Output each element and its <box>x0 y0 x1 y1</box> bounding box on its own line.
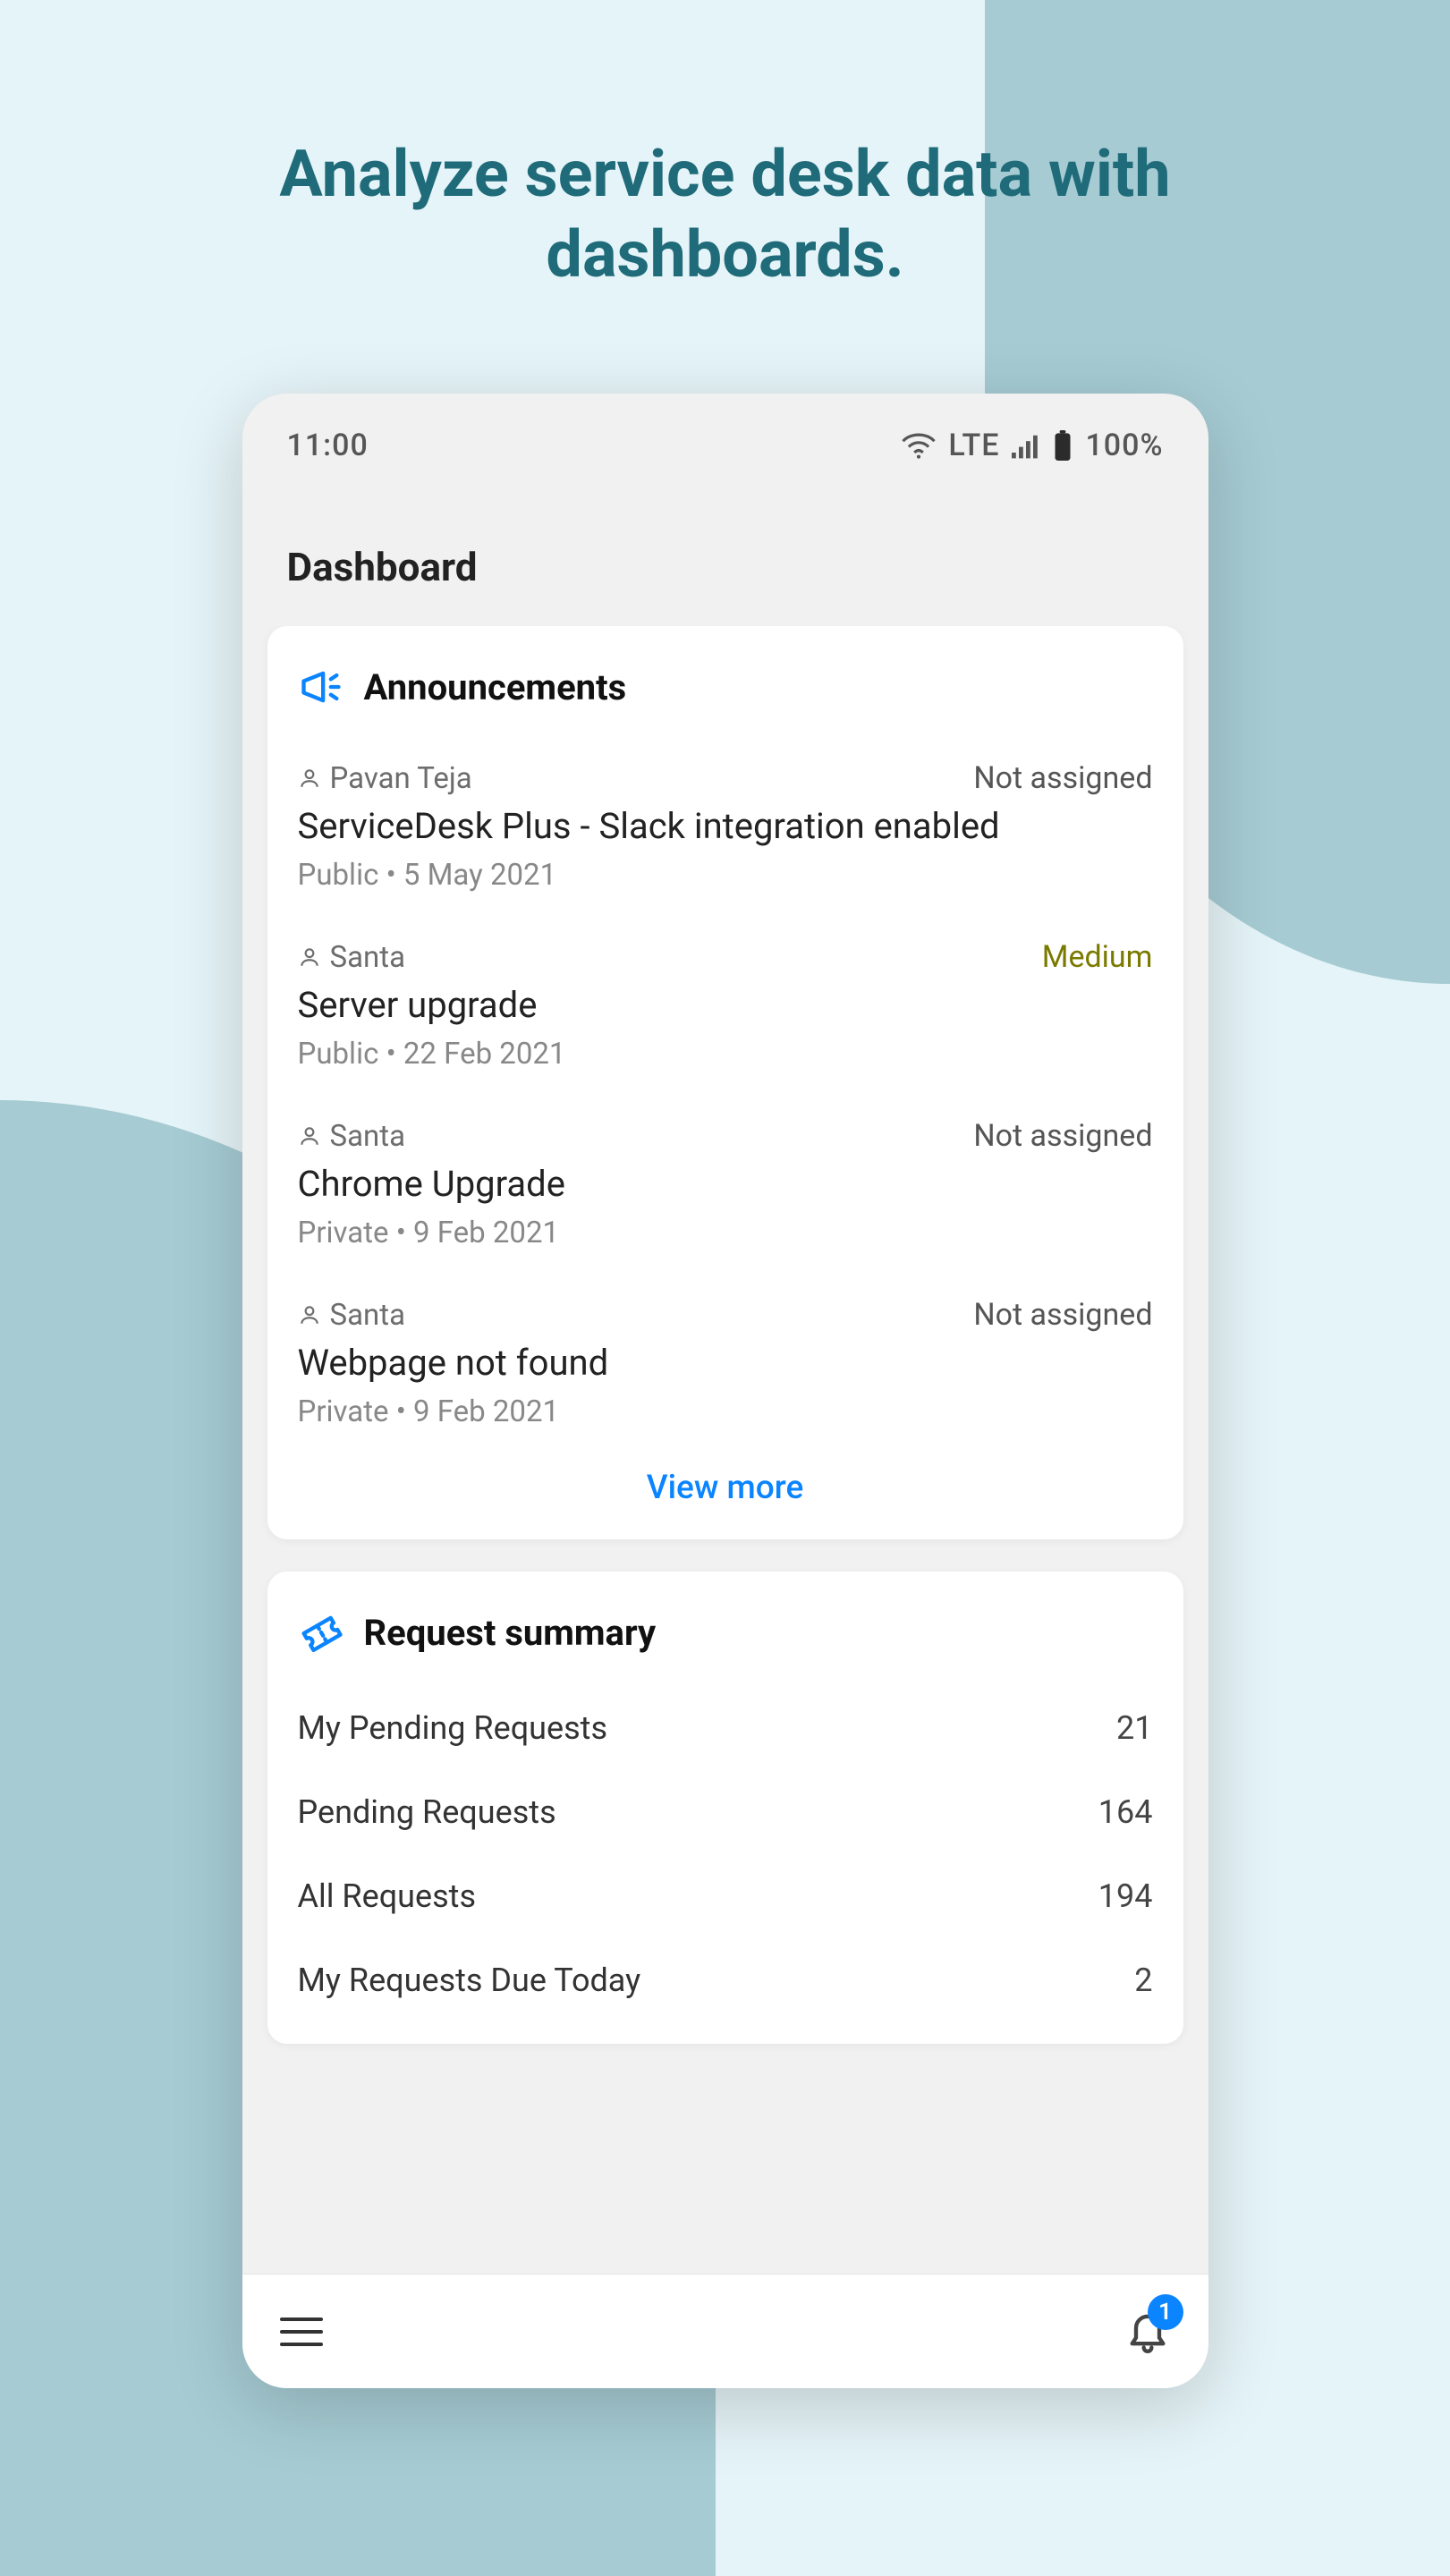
announcement-user-name: Santa <box>330 940 406 975</box>
user-icon <box>298 945 321 969</box>
announcement-user-name: Santa <box>330 1119 406 1154</box>
announcement-meta: Private • 9 Feb 2021 <box>298 1216 1153 1250</box>
summary-label: Pending Requests <box>298 1793 556 1831</box>
summary-label: All Requests <box>298 1877 477 1915</box>
marketing-headline: Analyze service desk data with dashboard… <box>0 0 1450 295</box>
user-icon <box>298 767 321 790</box>
status-right-cluster: LTE 100% <box>902 428 1163 463</box>
meta-separator: • <box>396 1394 413 1429</box>
wifi-icon <box>902 432 936 459</box>
summary-count: 2 <box>1134 1962 1152 1999</box>
summary-label: My Pending Requests <box>298 1709 608 1747</box>
meta-separator: • <box>386 1037 403 1072</box>
announcement-user: Santa <box>298 1298 406 1333</box>
announcement-visibility: Public <box>298 1037 379 1072</box>
user-icon <box>298 1303 321 1326</box>
announcement-title: Server upgrade <box>298 984 1153 1026</box>
announcement-visibility: Private <box>298 1394 389 1429</box>
announcement-user: Santa <box>298 940 406 975</box>
announcement-item[interactable]: Pavan Teja Not assigned ServiceDesk Plus… <box>298 741 1153 919</box>
request-summary-title: Request summary <box>364 1612 657 1654</box>
meta-separator: • <box>396 1216 413 1250</box>
announcement-date: 9 Feb 2021 <box>413 1394 559 1429</box>
signal-icon <box>1012 432 1040 459</box>
announcement-top-row: Santa Not assigned <box>298 1297 1153 1333</box>
megaphone-icon <box>298 664 344 710</box>
status-time: 11:00 <box>287 428 369 463</box>
announcement-meta: Public • 22 Feb 2021 <box>298 1037 1153 1072</box>
summary-row[interactable]: Pending Requests 164 <box>298 1770 1153 1854</box>
announcement-user-name: Santa <box>330 1298 406 1333</box>
announcement-meta: Private • 9 Feb 2021 <box>298 1394 1153 1429</box>
content-area: Announcements Pavan Teja Not assigned Se… <box>242 626 1208 2274</box>
announcement-top-row: Santa Not assigned <box>298 1118 1153 1154</box>
announcement-item[interactable]: Santa Not assigned Webpage not found Pri… <box>298 1277 1153 1456</box>
meta-separator: • <box>386 858 403 893</box>
summary-count: 194 <box>1098 1877 1153 1915</box>
announcement-top-row: Pavan Teja Not assigned <box>298 760 1153 796</box>
bottom-bar: 1 <box>242 2274 1208 2388</box>
request-summary-list: My Pending Requests 21 Pending Requests … <box>298 1686 1153 2022</box>
announcement-user: Santa <box>298 1119 406 1154</box>
summary-count: 164 <box>1098 1793 1153 1831</box>
announcement-visibility: Private <box>298 1216 389 1250</box>
notifications-button[interactable]: 1 <box>1124 2307 1171 2357</box>
announcement-item[interactable]: Santa Not assigned Chrome Upgrade Privat… <box>298 1098 1153 1277</box>
battery-icon <box>1053 430 1073 461</box>
user-icon <box>298 1124 321 1148</box>
announcement-top-row: Santa Medium <box>298 939 1153 975</box>
announcement-date: 9 Feb 2021 <box>413 1216 559 1250</box>
announcements-title: Announcements <box>364 666 627 708</box>
announcement-status: Medium <box>1042 939 1153 975</box>
menu-button[interactable] <box>280 2309 323 2355</box>
announcement-title: Chrome Upgrade <box>298 1163 1153 1205</box>
phone-frame: 11:00 LTE 100% Dashboard Announcements <box>242 394 1208 2388</box>
summary-row[interactable]: All Requests 194 <box>298 1854 1153 1938</box>
announcements-card: Announcements Pavan Teja Not assigned Se… <box>267 626 1183 1539</box>
view-more-button[interactable]: View more <box>298 1456 1153 1518</box>
page-title: Dashboard <box>242 481 1208 626</box>
announcement-status: Not assigned <box>973 1297 1152 1333</box>
announcement-item[interactable]: Santa Medium Server upgrade Public • 22 … <box>298 919 1153 1098</box>
announcement-date: 5 May 2021 <box>403 858 556 893</box>
announcement-user: Pavan Teja <box>298 761 472 796</box>
summary-count: 21 <box>1116 1709 1152 1747</box>
announcements-header: Announcements <box>298 664 1153 710</box>
summary-label: My Requests Due Today <box>298 1962 641 1999</box>
notifications-badge: 1 <box>1148 2294 1183 2330</box>
announcement-visibility: Public <box>298 858 379 893</box>
announcements-list: Pavan Teja Not assigned ServiceDesk Plus… <box>298 741 1153 1456</box>
summary-row[interactable]: My Pending Requests 21 <box>298 1686 1153 1770</box>
battery-percent: 100% <box>1085 428 1163 463</box>
status-bar: 11:00 LTE 100% <box>242 394 1208 481</box>
request-summary-card: Request summary My Pending Requests 21 P… <box>267 1572 1183 2044</box>
ticket-icon <box>298 1609 344 1656</box>
announcement-status: Not assigned <box>973 760 1152 796</box>
announcement-status: Not assigned <box>973 1118 1152 1154</box>
summary-row[interactable]: My Requests Due Today 2 <box>298 1938 1153 2022</box>
announcement-meta: Public • 5 May 2021 <box>298 858 1153 893</box>
announcement-title: ServiceDesk Plus - Slack integration ena… <box>298 805 1153 847</box>
announcement-date: 22 Feb 2021 <box>403 1037 566 1072</box>
network-label: LTE <box>948 428 999 463</box>
request-summary-header: Request summary <box>298 1609 1153 1656</box>
announcement-title: Webpage not found <box>298 1342 1153 1384</box>
announcement-user-name: Pavan Teja <box>330 761 472 796</box>
